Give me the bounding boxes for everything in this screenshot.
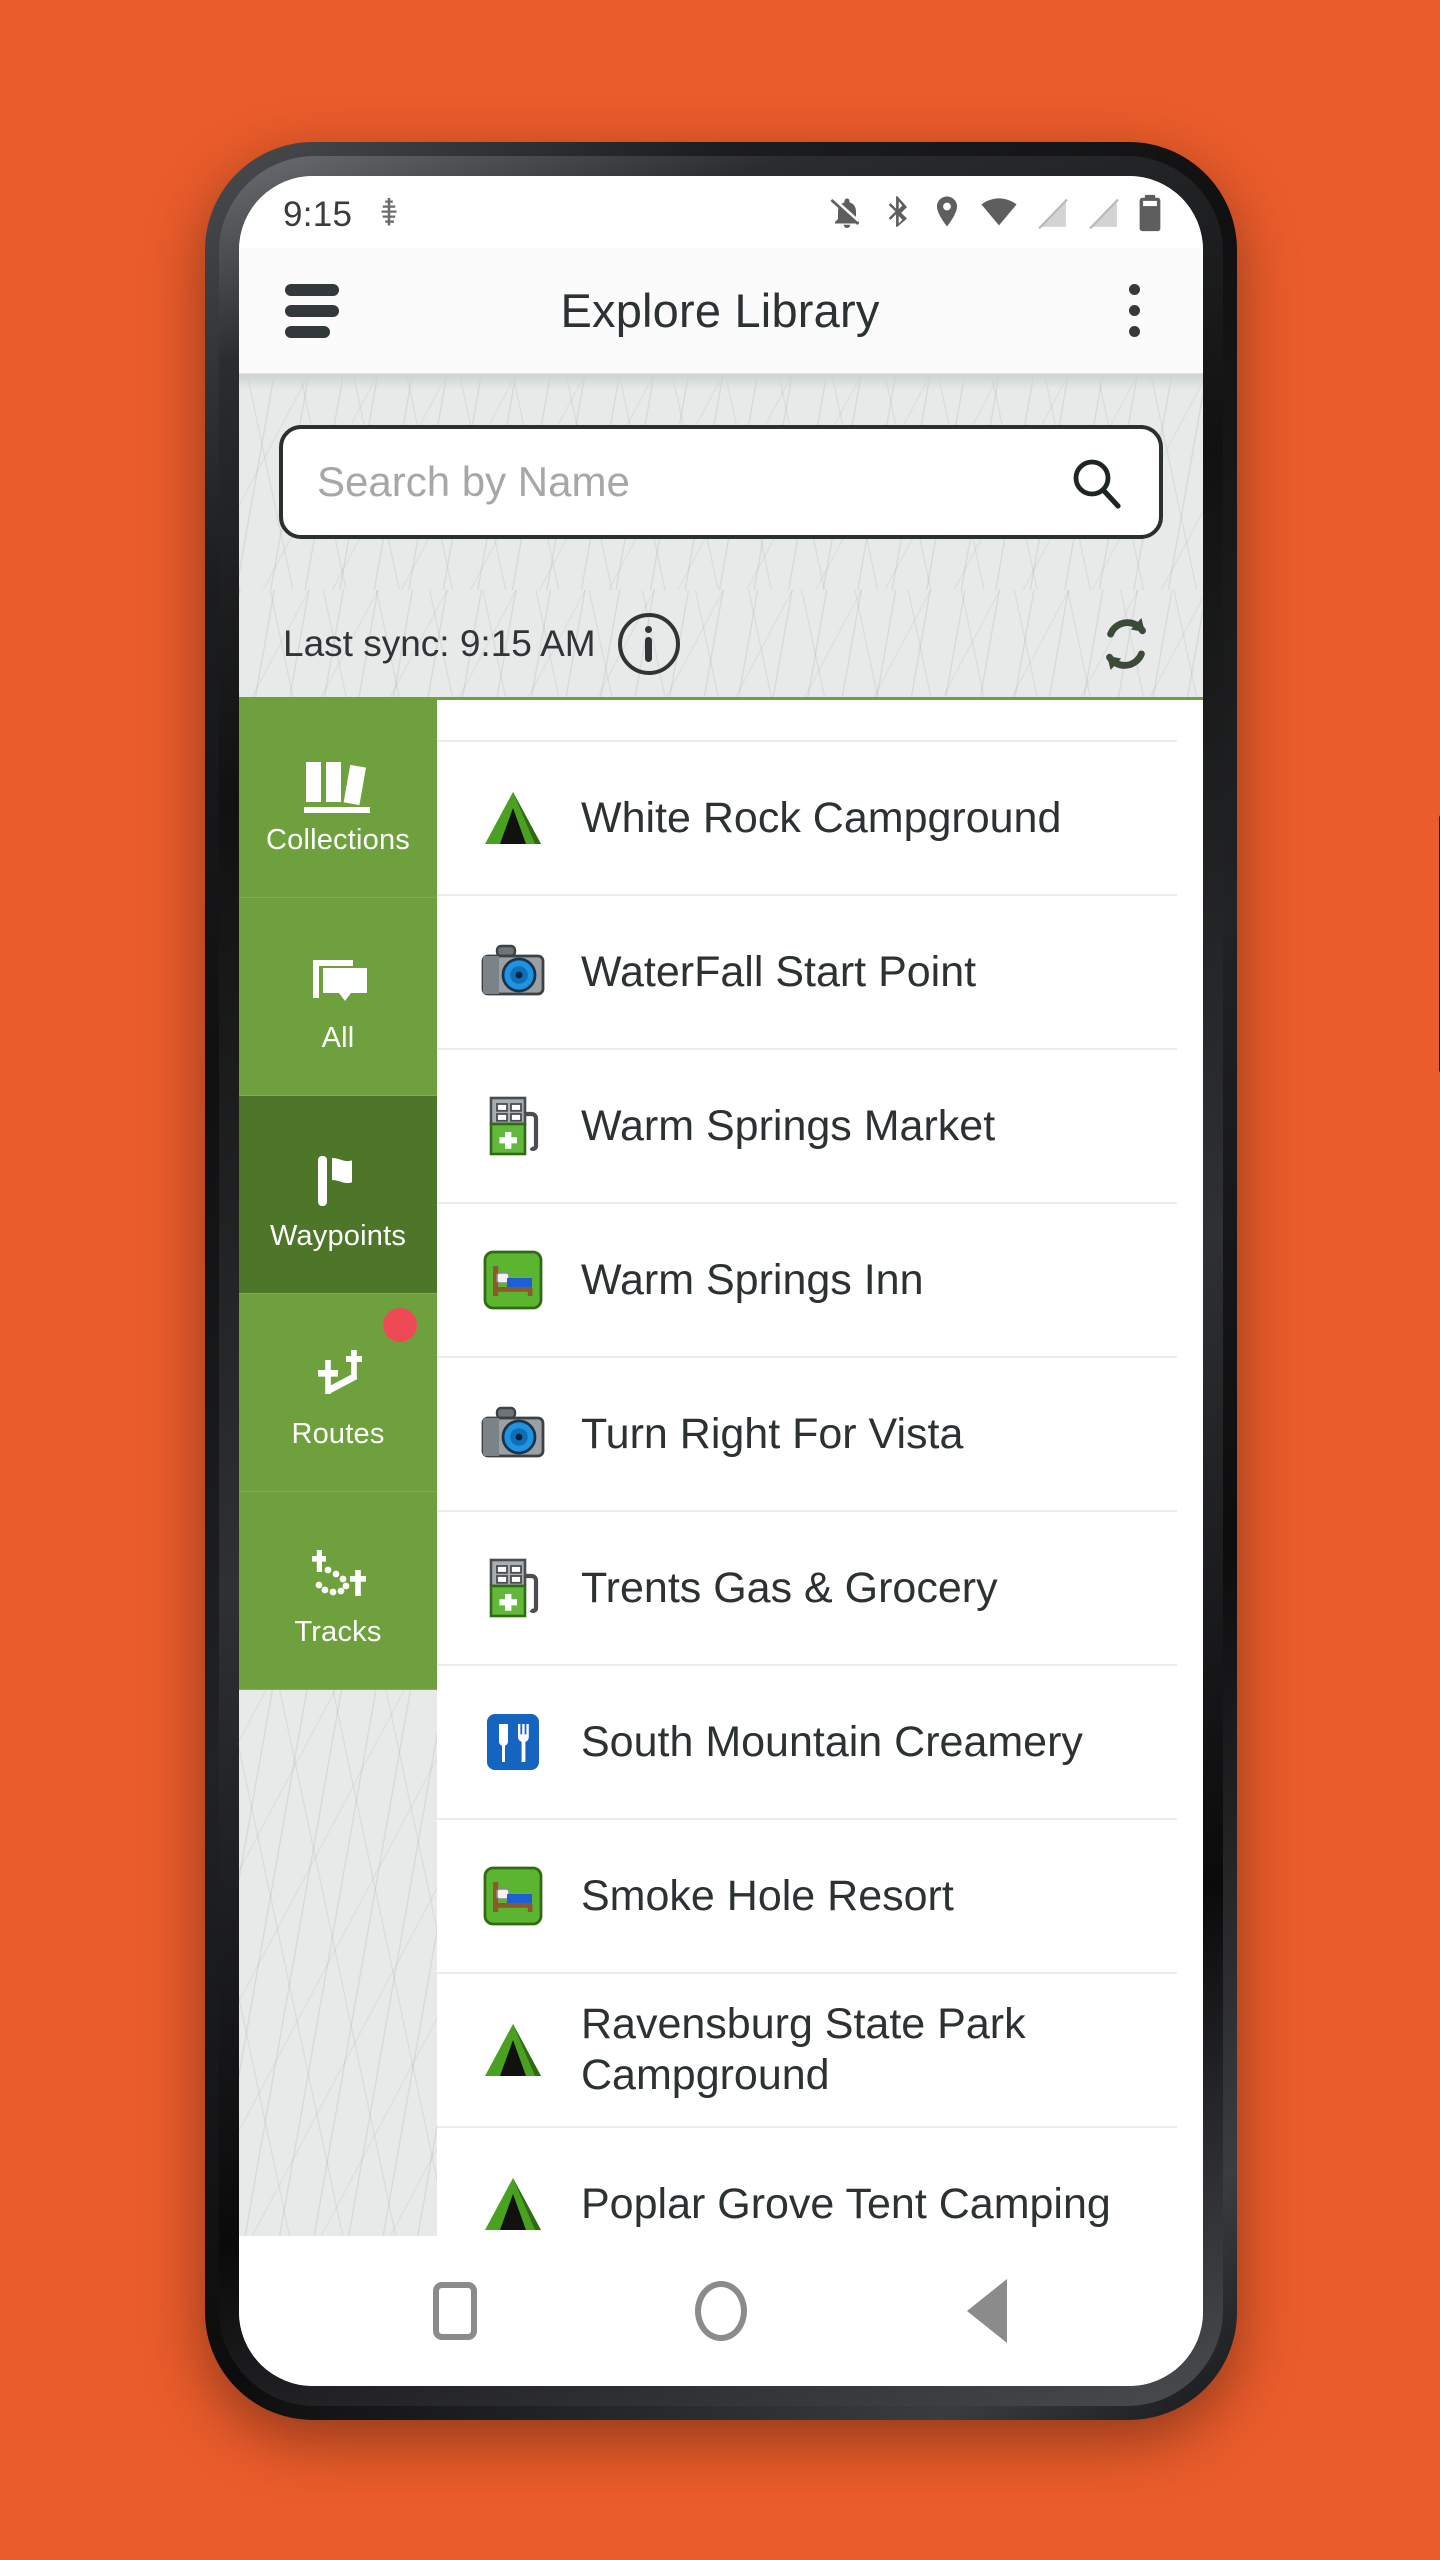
recents-square-icon[interactable] bbox=[420, 2276, 490, 2346]
search-band: Search by Name bbox=[239, 374, 1203, 590]
sidebar-item-routes[interactable]: Routes bbox=[239, 1294, 437, 1492]
gas-station-icon bbox=[475, 1088, 551, 1164]
list-item-label: White Rock Campground bbox=[581, 793, 1062, 842]
table-row[interactable]: Trents Gas & Grocery bbox=[437, 1512, 1177, 1666]
mobile-signal-off-icon bbox=[1086, 195, 1120, 235]
info-icon-dot bbox=[645, 625, 653, 633]
sync-status-bar: Last sync: 9:15 AM bbox=[239, 590, 1203, 700]
mobile-signal-off-icon bbox=[1035, 195, 1069, 235]
campsite-tent-icon bbox=[475, 780, 551, 856]
table-row[interactable]: Smoke Hole Resort bbox=[437, 1820, 1177, 1974]
status-time: 9:15 bbox=[283, 195, 353, 234]
list-item-label: Trents Gas & Grocery bbox=[581, 1563, 998, 1612]
sidebar-item-label: All bbox=[321, 1022, 355, 1054]
list-item-label: WaterFall Start Point bbox=[581, 947, 977, 996]
page-title: Explore Library bbox=[560, 284, 880, 337]
search-input[interactable]: Search by Name bbox=[279, 425, 1163, 539]
vibrate-icon bbox=[374, 196, 404, 235]
search-icon[interactable] bbox=[1067, 453, 1125, 511]
overflow-dot bbox=[1128, 284, 1140, 295]
campsite-tent-icon bbox=[475, 2012, 551, 2088]
lodging-bed-icon bbox=[475, 1858, 551, 1934]
table-row[interactable]: South Mountain Creamery bbox=[437, 1666, 1177, 1820]
sidebar-filler bbox=[239, 1690, 437, 2252]
waypoint-list-scroll: White Rock Campground WaterFall Start Po… bbox=[437, 700, 1203, 2252]
sidebar-item-tracks[interactable]: Tracks bbox=[239, 1492, 437, 1690]
list-item-label: Turn Right For Vista bbox=[581, 1409, 964, 1458]
flag-icon bbox=[306, 1136, 370, 1214]
overflow-dot bbox=[1128, 326, 1140, 337]
last-sync-label: Last sync: 9:15 AM bbox=[283, 622, 596, 664]
sidebar-item-all[interactable]: All bbox=[239, 898, 437, 1096]
list-item-label: Ravensburg State Park Campground bbox=[581, 2000, 1026, 2099]
overflow-dot bbox=[1128, 305, 1140, 316]
list-item-label: Poplar Grove Tent Camping bbox=[581, 2179, 1111, 2228]
table-row[interactable]: Ravensburg State Park Campground bbox=[437, 1974, 1177, 2128]
android-navigation-bar bbox=[239, 2236, 1203, 2386]
list-item-label: South Mountain Creamery bbox=[581, 1717, 1083, 1766]
sidebar-item-label: Waypoints bbox=[269, 1220, 407, 1252]
app-bar: Explore Library bbox=[239, 248, 1203, 374]
table-row[interactable]: WaterFall Start Point bbox=[437, 896, 1177, 1050]
restaurant-icon bbox=[475, 1704, 551, 1780]
campsite-tent-icon bbox=[475, 2166, 551, 2242]
camera-icon bbox=[475, 934, 551, 1010]
list-row-icon-placeholder bbox=[475, 700, 551, 740]
sidebar-item-waypoints[interactable]: Waypoints bbox=[239, 1096, 437, 1294]
table-row[interactable] bbox=[437, 700, 1177, 742]
sidebar-item-label: Collections bbox=[265, 824, 411, 856]
table-row[interactable]: Warm Springs Inn bbox=[437, 1204, 1177, 1358]
route-pins-icon bbox=[302, 1334, 374, 1412]
status-bar-left: 9:15 bbox=[283, 195, 404, 235]
more-vertical-icon[interactable] bbox=[1111, 284, 1157, 337]
table-row[interactable]: White Rock Campground bbox=[437, 742, 1177, 896]
sidebar-item-label: Tracks bbox=[294, 1616, 382, 1648]
all-cards-icon bbox=[303, 938, 373, 1016]
back-triangle-icon[interactable] bbox=[952, 2276, 1022, 2346]
sidebar-item-collections[interactable]: Collections bbox=[239, 700, 437, 898]
track-dots-icon bbox=[302, 1532, 374, 1610]
refresh-sync-icon[interactable] bbox=[1093, 611, 1159, 677]
category-sidebar: Collections All Waypoints Routes Tracks bbox=[239, 700, 437, 2252]
notifications-off-icon bbox=[829, 195, 865, 236]
list-item-label: Warm Springs Market bbox=[581, 1101, 996, 1150]
routes-badge bbox=[383, 1308, 417, 1342]
info-icon[interactable] bbox=[617, 612, 680, 675]
lodging-bed-icon bbox=[475, 1242, 551, 1318]
table-row[interactable]: Poplar Grove Tent Camping bbox=[437, 2128, 1177, 2252]
table-row[interactable]: Turn Right For Vista bbox=[437, 1358, 1177, 1512]
status-bar: 9:15 bbox=[239, 176, 1203, 248]
collections-books-icon bbox=[300, 740, 376, 818]
location-pin-icon bbox=[931, 195, 963, 236]
table-row[interactable]: Warm Springs Market bbox=[437, 1050, 1177, 1204]
bluetooth-icon bbox=[882, 195, 914, 236]
phone-frame: 9:15 Explore Library Search by Name Last… bbox=[205, 142, 1440, 2420]
battery-full-icon bbox=[1137, 194, 1163, 237]
camera-icon bbox=[475, 1396, 551, 1472]
content-area: Collections All Waypoints Routes Tracks … bbox=[239, 700, 1203, 2252]
screenshot-root: 9:15 Explore Library Search by Name Last… bbox=[0, 0, 1440, 2560]
hamburger-bar bbox=[285, 325, 330, 338]
waypoint-list[interactable]: White Rock Campground WaterFall Start Po… bbox=[437, 700, 1203, 2252]
list-item-label: Warm Springs Inn bbox=[581, 1255, 924, 1304]
wifi-icon bbox=[980, 196, 1018, 235]
search-placeholder: Search by Name bbox=[317, 458, 630, 505]
info-icon-stem bbox=[645, 636, 653, 662]
gas-station-icon bbox=[475, 1550, 551, 1626]
sidebar-item-label: Routes bbox=[291, 1418, 385, 1450]
phone-screen: 9:15 Explore Library Search by Name Last… bbox=[239, 176, 1203, 2386]
list-item-label: Smoke Hole Resort bbox=[581, 1871, 954, 1920]
home-circle-icon[interactable] bbox=[686, 2276, 756, 2346]
status-bar-right bbox=[829, 194, 1163, 237]
